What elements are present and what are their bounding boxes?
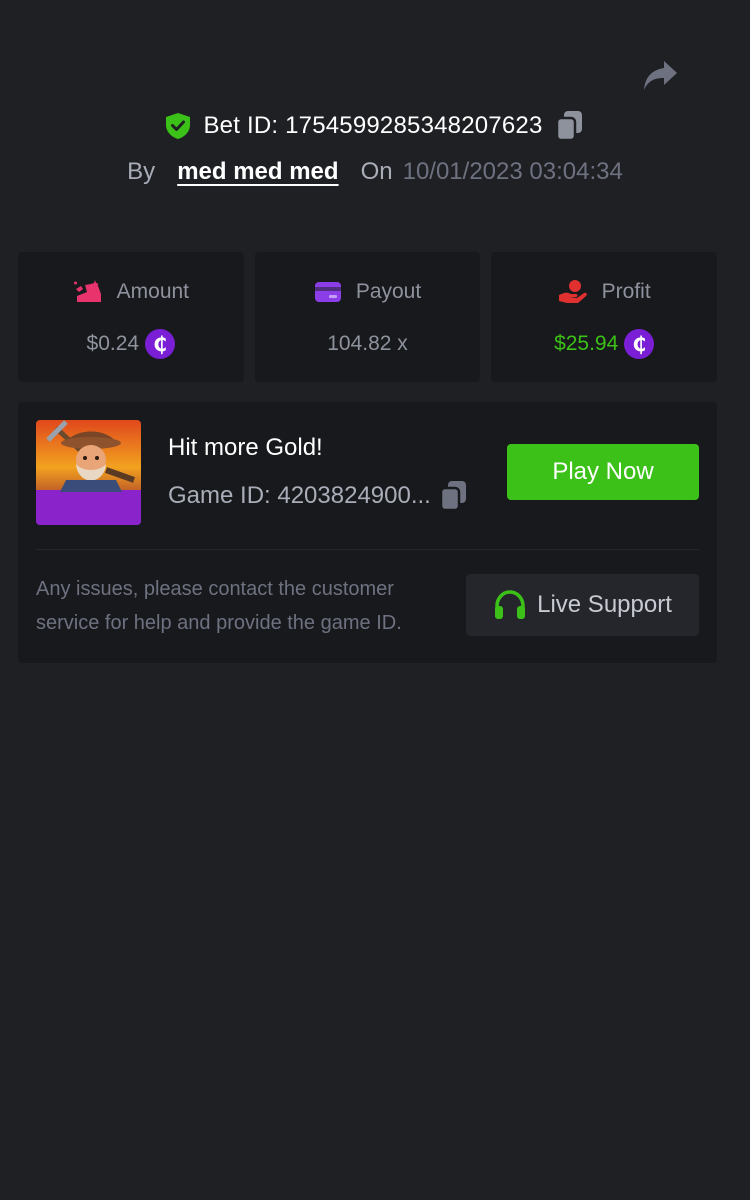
game-thumbnail[interactable] xyxy=(36,420,141,525)
stats-row: Amount $0.24 ₵ Payout 104.82 x Profit $2… xyxy=(18,252,718,382)
game-card: Hit more Gold! Game ID: 4203824900... Pl… xyxy=(18,402,717,663)
stat-value-profit: $25.94 xyxy=(554,332,619,355)
bet-id-row: Bet ID: 1754599285348207623 xyxy=(0,106,750,146)
verified-shield-icon xyxy=(166,113,191,139)
stat-label-amount: Amount xyxy=(116,280,190,303)
copy-icon xyxy=(555,111,582,142)
stat-card-payout: Payout 104.82 x xyxy=(254,252,481,382)
profit-hand-icon xyxy=(558,280,587,303)
bet-datetime: 10/01/2023 03:04:34 xyxy=(402,158,623,185)
share-arrow-icon xyxy=(644,61,677,90)
by-label: By xyxy=(127,158,156,185)
bet-id: Bet ID: 1754599285348207623 xyxy=(203,112,543,139)
play-now-button[interactable]: Play Now xyxy=(507,444,699,500)
game-title: Hit more Gold! xyxy=(168,434,323,461)
stat-label-profit: Profit xyxy=(601,280,651,303)
help-text: Any issues, please contact the customer … xyxy=(36,578,402,634)
copy-icon xyxy=(439,481,466,512)
game-id: Game ID: 4203824900... xyxy=(168,482,431,509)
stat-value-payout: 104.82 x xyxy=(327,332,408,355)
on-label: On xyxy=(360,158,393,185)
stat-label-payout: Payout xyxy=(355,280,422,303)
payout-card-icon xyxy=(314,282,341,302)
stat-card-amount: Amount $0.24 ₵ xyxy=(18,252,244,382)
bet-meta-row: By med med med On 10/01/2023 03:04:34 xyxy=(0,152,750,192)
share-button[interactable] xyxy=(640,58,680,92)
copy-game-id-button[interactable] xyxy=(439,480,469,512)
coin-icon: ₵ xyxy=(624,329,655,359)
stat-value-amount: $0.24 xyxy=(86,332,140,355)
username-link[interactable]: med med med xyxy=(177,158,338,186)
divider xyxy=(36,549,699,550)
stat-card-profit: Profit $25.94 ₵ xyxy=(491,252,718,382)
amount-icon xyxy=(73,280,101,302)
copy-bet-id-button[interactable] xyxy=(555,110,585,142)
live-support-label: Live Support xyxy=(537,591,672,618)
live-support-button[interactable]: Live Support xyxy=(466,574,699,636)
headset-icon xyxy=(495,590,526,619)
coin-icon: ₵ xyxy=(145,329,176,359)
game-id-row: Game ID: 4203824900... xyxy=(168,480,469,512)
